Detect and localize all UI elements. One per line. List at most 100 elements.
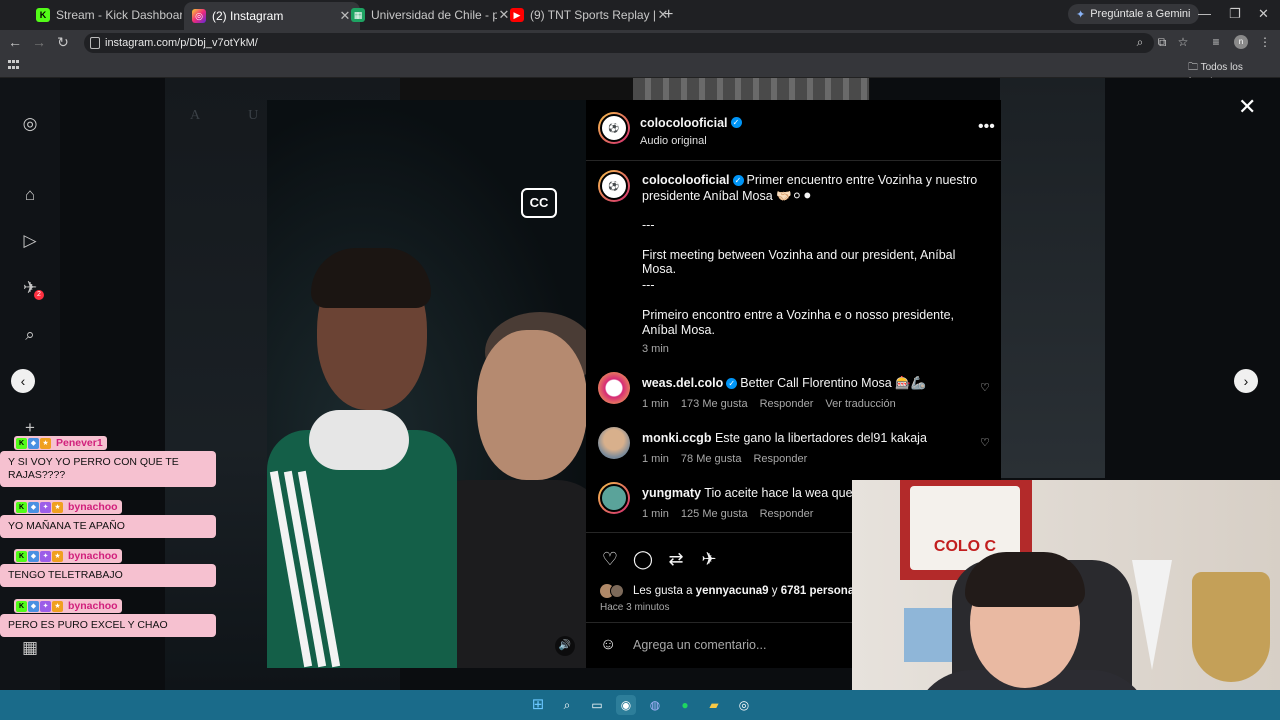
caption-pt: Primeiro encontro entre a Vozinha e o no… (642, 308, 954, 337)
create-icon[interactable]: + (20, 418, 40, 438)
author-username[interactable]: colocolooficial (640, 116, 728, 130)
verified-icon: ✓ (730, 117, 742, 129)
apps-grid-icon[interactable] (8, 60, 19, 71)
sheets-icon: ▦ (351, 8, 365, 22)
chat-message: PERO ES PURO EXCEL Y CHAO (0, 614, 216, 637)
install-app-icon[interactable]: ⧉ (1154, 35, 1170, 50)
search-taskbar-icon[interactable]: ⌕ (557, 695, 577, 715)
comment-username[interactable]: monki.ccgb (642, 431, 711, 445)
verified-icon: ✓ (726, 378, 738, 390)
chat-message: TENGO TELETRABAJO (0, 564, 216, 587)
reel-video[interactable]: CC 🔊 (267, 100, 586, 668)
menu-icon[interactable]: ⋮ (1257, 35, 1273, 49)
reply-button[interactable]: Responder (760, 508, 814, 520)
comment-text: Tio aceite hace la wea que qui (704, 486, 873, 500)
cc-tv-logo: CC (521, 188, 557, 218)
prev-post-button[interactable]: ‹ (11, 369, 35, 393)
comment-time: 1 min (642, 453, 669, 465)
mute-icon[interactable]: 🔊 (555, 636, 575, 656)
browser-tab[interactable]: K Stream - Kick Dashboard ✕ (28, 4, 204, 26)
more-options-icon[interactable]: ••• (978, 118, 995, 136)
discord-icon[interactable]: ◍ (645, 695, 665, 715)
comment-text: Este gano la libertadores del91 kakaja (714, 431, 927, 445)
task-view-icon[interactable]: ▭ (587, 695, 607, 715)
close-window-icon[interactable]: ✕ (1258, 6, 1269, 22)
comment-meta: 1 min 125 Me gusta Responder (642, 508, 825, 520)
likes-others[interactable]: 6781 personas (781, 585, 861, 597)
comment-avatar[interactable] (598, 427, 630, 459)
instagram-icon: ◎ (192, 9, 206, 23)
comment: weas.del.colo ✓ Better Call Florentino Mos… (642, 376, 926, 391)
browser-tab[interactable]: ▶ (9) TNT Sports Replay | Deporte ✕ (502, 4, 678, 26)
webcam-overlay: COLO C (852, 480, 1280, 715)
gift-badge-icon: ◆ (28, 437, 39, 449)
chrome-icon[interactable]: ◉ (616, 695, 636, 715)
comment-username[interactable]: weas.del.colo (642, 376, 723, 390)
site-info-icon[interactable] (90, 37, 100, 49)
restore-icon[interactable]: ❐ (1229, 6, 1241, 22)
like-icon[interactable]: ♡ (599, 548, 621, 570)
chat-username: Penever1 (56, 437, 103, 449)
forward-icon[interactable]: → (30, 34, 48, 50)
gemini-button[interactable]: ✦ Pregúntale a Gemini (1068, 4, 1199, 24)
video-figure (311, 248, 431, 308)
caption-username[interactable]: colocolooficial (642, 173, 730, 187)
notification-badge: 2 (34, 290, 44, 300)
comment-avatar[interactable] (598, 482, 630, 514)
spotify-icon[interactable]: ● (675, 695, 695, 715)
comment-avatar[interactable] (598, 372, 630, 404)
comment-meta: 1 min 78 Me gusta Responder (642, 453, 819, 465)
comment-input[interactable]: Agrega un comentario... (633, 638, 766, 652)
audio-label[interactable]: Audio original (640, 135, 745, 147)
browser-tab-active[interactable]: ◎ (2) Instagram ✕ (184, 2, 360, 30)
caption-avatar[interactable]: ⚽ (598, 170, 630, 202)
profile-avatar[interactable]: n (1234, 35, 1248, 49)
chat-message: YO MAÑANA TE APAÑO (0, 515, 216, 538)
emoji-icon[interactable]: ☺ (600, 636, 616, 654)
author-avatar[interactable]: ⚽ (598, 112, 630, 144)
tab-search-icon[interactable]: ≡ (1208, 35, 1224, 49)
sub-badge-icon: ★ (52, 600, 63, 612)
obs-icon[interactable]: ◎ (734, 695, 754, 715)
kick-badge-icon: K (16, 437, 27, 449)
comment-username[interactable]: yungmaty (642, 486, 701, 500)
chat-message: Y SI VOY YO PERRO CON QUE TE RAJAS???? (0, 451, 216, 487)
caption-separator: --- (642, 278, 655, 292)
bookmark-star-icon[interactable]: ☆ (1175, 35, 1191, 49)
chat-username: bynachoo (68, 550, 118, 562)
new-tab-button[interactable]: + (664, 6, 673, 24)
comment-like-icon[interactable]: ♡ (980, 381, 990, 394)
home-icon[interactable]: ⌂ (20, 185, 40, 205)
minimize-icon[interactable]: — (1198, 6, 1211, 21)
instagram-logo-icon[interactable]: ◎ (20, 114, 40, 134)
start-icon[interactable]: ⊞ (528, 695, 548, 715)
translate-button[interactable]: Ver traducción (825, 398, 895, 410)
divider (586, 160, 1001, 161)
comment-likes[interactable]: 125 Me gusta (681, 508, 748, 520)
comment-icon[interactable]: ◯ (632, 548, 654, 570)
reply-button[interactable]: Responder (753, 453, 807, 465)
comment-likes[interactable]: 173 Me gusta (681, 398, 748, 410)
close-icon[interactable]: ✕ (1238, 94, 1256, 120)
url-input[interactable]: instagram.com/p/Dbj_v7otYkM/ (84, 33, 1154, 53)
comment-like-icon[interactable]: ♡ (980, 436, 990, 449)
comment: yungmaty Tio aceite hace la wea que qui (642, 486, 873, 500)
reload-icon[interactable]: ↻ (54, 34, 72, 51)
file-explorer-icon[interactable]: ▰ (704, 695, 724, 715)
caption: colocolooficial ✓ Primer encuentro entre V… (642, 172, 982, 204)
likes-summary[interactable]: Les gusta a yennyacuna9 y 6781 personas (633, 585, 861, 597)
comment-text: Better Call Florentino Mosa 🎰🦾 (740, 376, 927, 390)
reels-icon[interactable]: ▷ (20, 231, 40, 251)
next-post-button[interactable]: › (1234, 369, 1258, 393)
browser-tab[interactable]: ▦ Universidad de Chile - partidos ✕ (343, 4, 519, 26)
search-icon[interactable]: ⌕ (20, 325, 40, 345)
comment-likes[interactable]: 78 Me gusta (681, 453, 742, 465)
zoom-icon[interactable]: ⌕ (1132, 35, 1148, 50)
repost-icon[interactable]: ⇄ (665, 548, 687, 570)
likes-user[interactable]: yennyacuna9 (696, 585, 769, 597)
kick-icon: K (36, 8, 50, 22)
reply-button[interactable]: Responder (760, 398, 814, 410)
share-icon[interactable]: ✈ (698, 548, 720, 570)
kick-badge-icon: K (16, 501, 27, 513)
back-icon[interactable]: ← (6, 34, 24, 50)
